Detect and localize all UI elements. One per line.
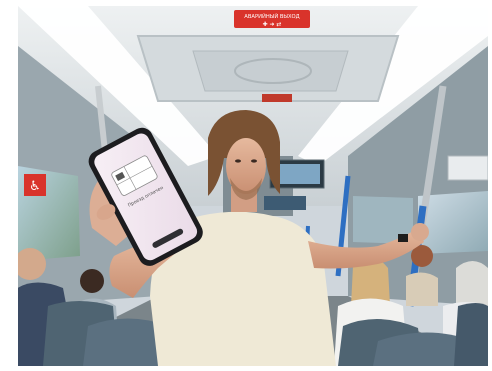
ceiling-hatch-inner bbox=[192, 50, 349, 92]
passenger-elder-hair bbox=[456, 261, 488, 306]
man-right-hand bbox=[411, 223, 429, 241]
info-display-screen bbox=[274, 164, 320, 184]
emergency-exit-sign-text: АВАРИЙНЫЙ ВЫХОД bbox=[244, 13, 299, 20]
wheelchair-icon: ♿ bbox=[29, 179, 41, 194]
man-eye-right bbox=[251, 159, 257, 163]
ceiling-red-lamp bbox=[262, 94, 292, 102]
secondary-display bbox=[264, 196, 306, 210]
man-watch bbox=[398, 234, 408, 242]
passenger-far-body bbox=[406, 272, 438, 306]
wall-sign bbox=[447, 155, 488, 181]
emergency-exit-sign-icons: ✚ ➜ ⇄ bbox=[263, 21, 282, 28]
man-eye-left bbox=[235, 159, 241, 163]
bus-interior-photo: АВАРИЙНЫЙ ВЫХОД ✚ ➜ ⇄ ♿ Проезд оплачен bbox=[18, 6, 488, 366]
passenger-girl-hair bbox=[80, 269, 104, 293]
seat-right-edge bbox=[454, 303, 488, 366]
photo-frame: АВАРИЙНЫЙ ВЫХОД ✚ ➜ ⇄ ♿ Проезд оплачен bbox=[18, 6, 488, 366]
